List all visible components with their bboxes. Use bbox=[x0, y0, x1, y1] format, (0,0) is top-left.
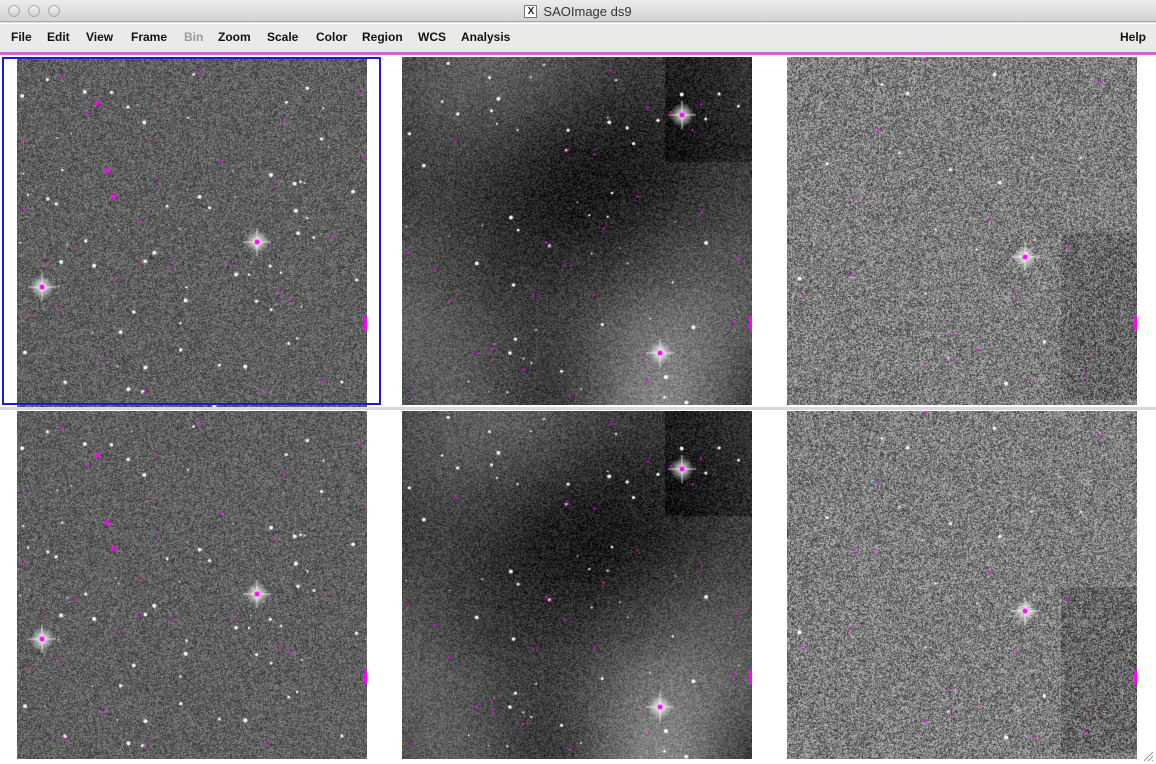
image-display-area[interactable] bbox=[0, 55, 1156, 764]
frame-4[interactable] bbox=[17, 411, 367, 759]
menu-scale[interactable]: Scale bbox=[267, 30, 298, 44]
menu-edit[interactable]: Edit bbox=[47, 30, 70, 44]
menu-analysis[interactable]: Analysis bbox=[461, 30, 510, 44]
frame-1-image[interactable] bbox=[17, 59, 367, 407]
menu-file[interactable]: File bbox=[11, 30, 32, 44]
frame-4-image[interactable] bbox=[17, 411, 367, 759]
menu-bar: File Edit View Frame Bin Zoom Scale Colo… bbox=[0, 23, 1156, 52]
resize-grip-icon[interactable] bbox=[1142, 750, 1154, 762]
frame-6[interactable] bbox=[787, 411, 1137, 759]
frame-6-image[interactable] bbox=[787, 411, 1137, 759]
menu-wcs[interactable]: WCS bbox=[418, 30, 446, 44]
tile-gap bbox=[0, 407, 1156, 410]
frame-2[interactable] bbox=[402, 57, 752, 405]
menu-view[interactable]: View bbox=[86, 30, 113, 44]
title-container: X SAOImage ds9 bbox=[0, 0, 1156, 22]
window-title: SAOImage ds9 bbox=[543, 3, 632, 19]
menu-frame[interactable]: Frame bbox=[131, 30, 167, 44]
frame-5-image[interactable] bbox=[402, 411, 752, 759]
menu-help[interactable]: Help bbox=[1120, 30, 1146, 44]
menu-color[interactable]: Color bbox=[316, 30, 347, 44]
x11-icon: X bbox=[524, 4, 538, 18]
frame-2-image[interactable] bbox=[402, 57, 752, 405]
frame-3-image[interactable] bbox=[787, 57, 1137, 405]
frame-1[interactable] bbox=[17, 59, 367, 407]
menu-bin: Bin bbox=[184, 30, 204, 44]
frame-5[interactable] bbox=[402, 411, 752, 759]
title-bar: X SAOImage ds9 bbox=[0, 0, 1156, 22]
menu-zoom[interactable]: Zoom bbox=[218, 30, 251, 44]
frame-3[interactable] bbox=[787, 57, 1137, 405]
menu-region[interactable]: Region bbox=[362, 30, 403, 44]
